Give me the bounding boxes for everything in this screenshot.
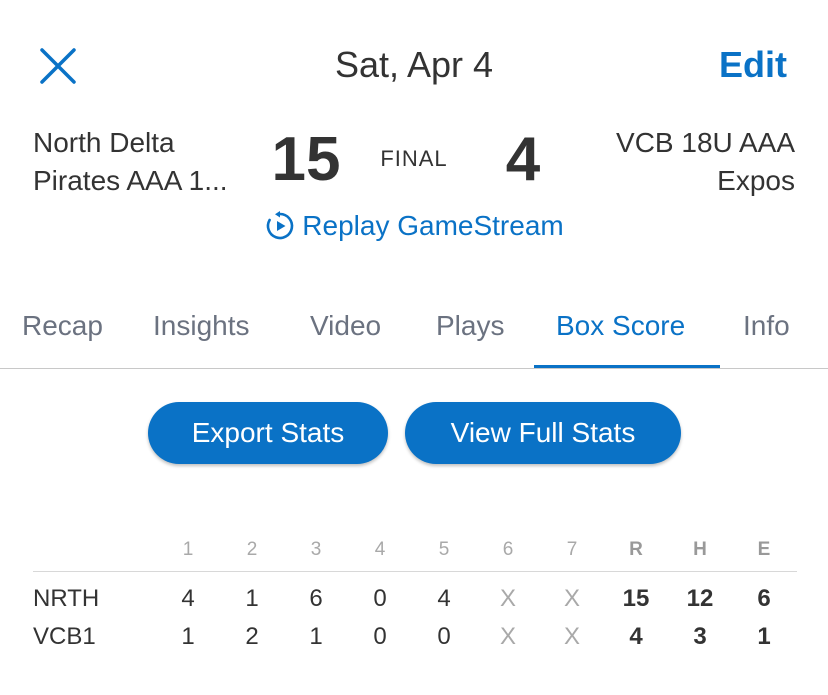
replay-label: Replay GameStream — [302, 210, 564, 241]
inning-score: 0 — [437, 623, 451, 650]
inning-score: X — [563, 623, 580, 650]
inning-score: 4 — [437, 585, 451, 612]
inning-score: X — [563, 585, 580, 612]
column-header: 1 — [182, 539, 194, 560]
tab-recap[interactable]: Recap — [22, 310, 103, 342]
tab-insights[interactable]: Insights — [153, 310, 250, 342]
runs-total: 15 — [622, 585, 650, 612]
away-team-name-line1: VCB 18U AAA — [616, 127, 795, 158]
active-tab-indicator — [534, 365, 720, 368]
hits-total: 3 — [693, 623, 707, 650]
column-header-runs: R — [629, 539, 643, 560]
column-header-hits: H — [693, 539, 707, 560]
replay-icon — [264, 210, 296, 242]
top-bar: Sat, Apr 4 Edit — [0, 0, 828, 120]
view-full-stats-button[interactable]: View Full Stats — [405, 402, 681, 464]
inning-score: X — [499, 623, 516, 650]
page-title: Sat, Apr 4 — [334, 44, 494, 85]
inning-score: 0 — [373, 623, 387, 650]
column-header: 2 — [246, 539, 258, 560]
home-team-name-line1: North Delta — [33, 127, 175, 158]
team-abbreviation: VCB1 — [33, 623, 96, 650]
replay-gamestream-link[interactable]: Replay GameStream — [0, 210, 828, 242]
inning-score: 6 — [309, 585, 323, 612]
errors-total: 6 — [757, 585, 771, 612]
inning-score: 1 — [181, 623, 195, 650]
team-abbreviation: NRTH — [33, 585, 100, 612]
box-score-header: 1 2 3 4 5 6 7 R H E — [33, 532, 797, 572]
column-header: 7 — [566, 539, 578, 560]
home-score: 15 — [271, 125, 341, 194]
table-row: NRTH 4 1 6 0 4 X X 15 12 6 — [33, 580, 797, 618]
edit-button[interactable]: Edit — [719, 44, 787, 86]
home-team-name: North Delta Pirates AAA 1... — [33, 124, 273, 200]
inning-score: 4 — [181, 585, 195, 612]
runs-total: 4 — [629, 623, 643, 650]
tab-bar: Recap Insights Video Plays Box Score Inf… — [0, 300, 828, 369]
export-stats-button[interactable]: Export Stats — [148, 402, 388, 464]
inning-score: 0 — [373, 585, 387, 612]
column-header-errors: E — [757, 539, 771, 560]
away-score: 4 — [505, 125, 541, 194]
hits-total: 12 — [686, 585, 714, 612]
game-status: FINAL — [380, 146, 448, 171]
inning-score: 1 — [309, 623, 323, 650]
column-header: 3 — [310, 539, 322, 560]
table-row: VCB1 1 2 1 0 0 X X 4 3 1 — [33, 618, 797, 656]
tab-video[interactable]: Video — [310, 310, 381, 342]
inning-score: X — [499, 585, 516, 612]
tab-box-score[interactable]: Box Score — [556, 310, 685, 342]
inning-score: 2 — [245, 623, 259, 650]
errors-total: 1 — [757, 623, 771, 650]
column-header: 5 — [438, 539, 450, 560]
box-score-table: 1 2 3 4 5 6 7 R H E NRTH 4 1 6 0 4 X X 1… — [33, 532, 797, 656]
tab-info[interactable]: Info — [743, 310, 790, 342]
away-team-name: VCB 18U AAA Expos — [555, 124, 795, 200]
column-header: 6 — [502, 539, 514, 560]
column-header: 4 — [374, 539, 386, 560]
home-team-name-line2: Pirates AAA 1... — [33, 165, 228, 196]
away-team-name-line2: Expos — [717, 165, 795, 196]
inning-score: 1 — [245, 585, 259, 612]
tab-plays[interactable]: Plays — [436, 310, 504, 342]
